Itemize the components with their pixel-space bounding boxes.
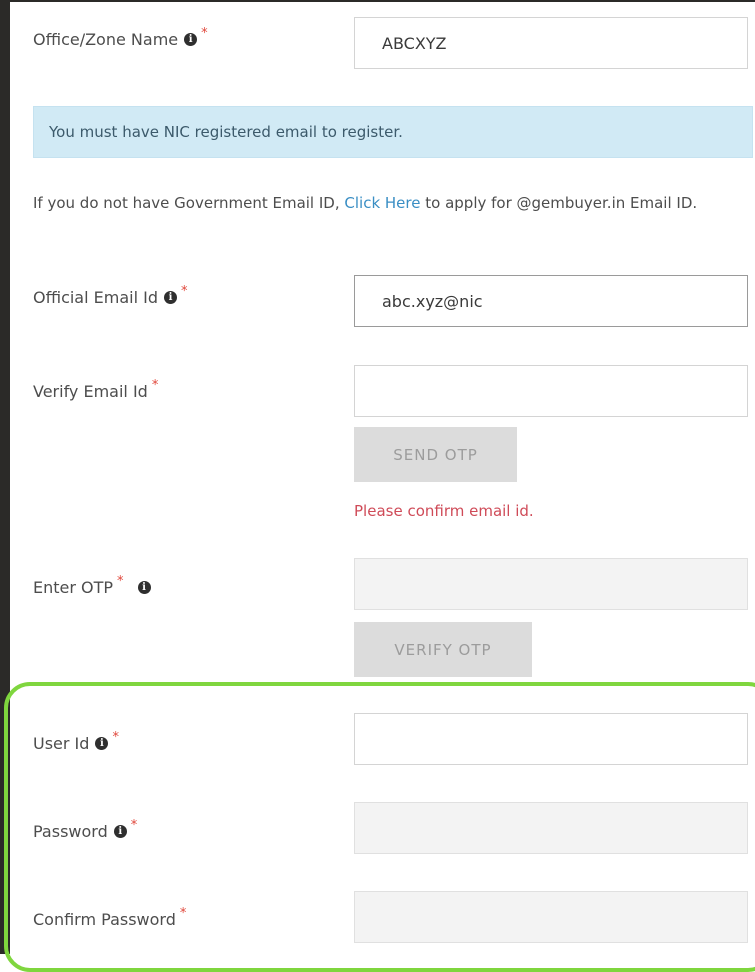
verify-email-label: Verify Email Id * [33,378,158,401]
user-id-label: User Id i * [33,730,119,753]
official-email-label: Official Email Id i * [33,284,188,307]
required-asterisk: * [181,284,188,299]
required-asterisk: * [179,906,187,921]
confirm-email-error: Please confirm email id. [354,502,534,520]
required-asterisk: * [151,378,159,393]
window-left-border [0,0,10,954]
gov-email-note: If you do not have Government Email ID, … [33,190,713,217]
confirm-password-input[interactable] [354,891,748,943]
apply-email-link[interactable]: Click Here [344,194,420,212]
confirm-password-label-text: Confirm Password [33,910,176,929]
official-email-label-text: Official Email Id [33,288,158,307]
info-icon[interactable]: i [95,737,109,750]
password-input[interactable] [354,802,748,854]
info-icon[interactable]: i [164,291,177,304]
password-label-text: Password [33,822,108,841]
enter-otp-label-text: Enter OTP [33,578,114,597]
gov-email-note-before: If you do not have Government Email ID, [33,194,345,212]
required-asterisk: * [117,574,124,589]
confirm-password-label: Confirm Password * [33,906,186,929]
verify-email-label-text: Verify Email Id [33,382,148,401]
info-icon[interactable]: i [137,581,151,594]
nic-email-alert: You must have NIC registered email to re… [33,106,753,158]
user-id-input[interactable] [354,713,748,765]
info-icon[interactable]: i [184,33,198,46]
enter-otp-label: Enter OTP * i [33,574,151,597]
office-zone-name-label: Office/Zone Name i * [33,26,208,49]
gov-email-note-after: to apply for @gembuyer.in Email ID. [420,194,698,212]
required-asterisk: * [112,730,119,745]
office-zone-name-label-text: Office/Zone Name [33,30,179,49]
nic-email-alert-text: You must have NIC registered email to re… [49,123,403,141]
user-id-label-text: User Id [33,734,90,753]
required-asterisk: * [130,818,138,833]
office-zone-name-input[interactable] [354,17,748,69]
info-icon[interactable]: i [113,825,127,838]
official-email-input[interactable] [354,275,748,327]
required-asterisk: * [201,26,208,41]
send-otp-button[interactable]: SEND OTP [354,427,517,482]
verify-otp-button[interactable]: VERIFY OTP [354,622,532,677]
password-label: Password i * [33,818,137,841]
enter-otp-input[interactable] [354,558,748,610]
verify-email-input[interactable] [354,365,748,417]
window-top-border [0,0,755,2]
